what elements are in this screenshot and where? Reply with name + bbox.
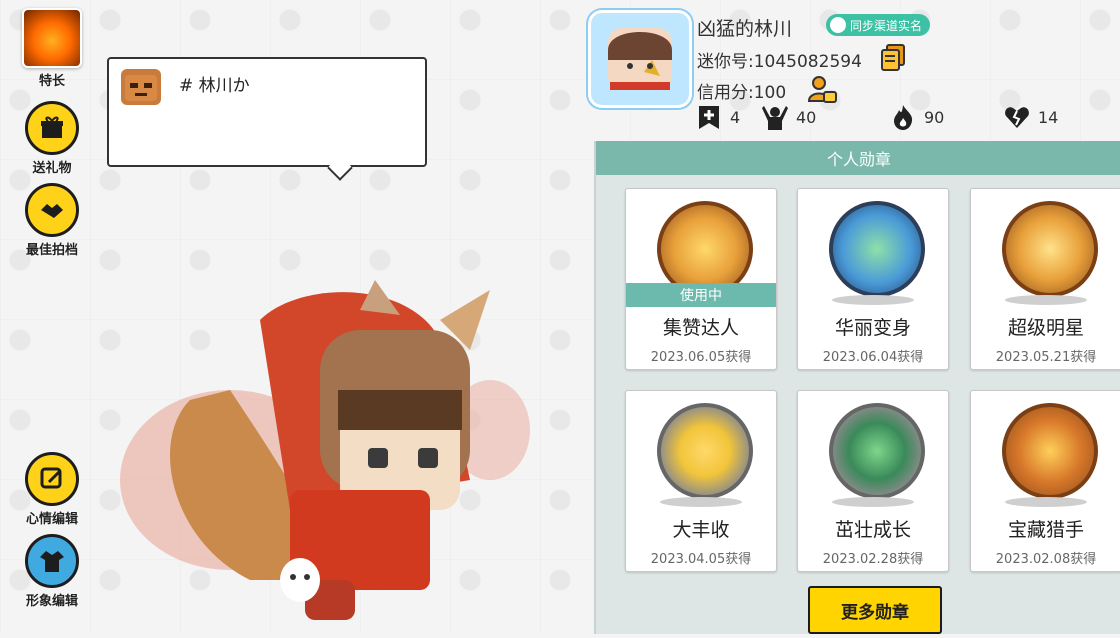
- talent-label: 特长: [38, 74, 65, 89]
- talent-button[interactable]: 特长: [20, 8, 84, 89]
- medal-date: 2023.05.21获得: [995, 350, 1097, 365]
- talent-icon: [22, 8, 82, 68]
- medal-card-4[interactable]: 大丰收 2023.04.05获得: [625, 390, 777, 572]
- profile-stats: 4 40 90 14: [696, 104, 1120, 134]
- profile-avatar[interactable]: [588, 10, 692, 108]
- stat-bookmark: 4: [696, 104, 740, 130]
- handshake-icon: [25, 183, 79, 237]
- bubble-text: # 林川か: [179, 76, 250, 96]
- medal-name: 华丽变身: [834, 317, 911, 339]
- medal-date: 2023.04.05获得: [650, 552, 752, 567]
- star-medal-icon: [1002, 201, 1098, 297]
- medal-shadow: [832, 295, 914, 305]
- medal-shadow: [832, 497, 914, 507]
- medal-date: 2023.02.28获得: [822, 552, 924, 567]
- medal-card-3[interactable]: 超级明星 2023.05.21获得: [970, 188, 1120, 370]
- fire-icon: [894, 105, 913, 130]
- sync-realname-badge[interactable]: 同步渠道实名: [826, 14, 931, 36]
- medal-name: 宝藏猎手: [1007, 519, 1084, 541]
- bubble-avatar-icon: [121, 69, 161, 105]
- heart-count: 14: [1038, 107, 1059, 127]
- medal-card-1[interactable]: 使用中 集赞达人 2023.06.05获得: [625, 188, 777, 370]
- mood-label: 心情编辑: [25, 512, 78, 527]
- sync-badge-label: 同步渠道实名: [850, 18, 923, 33]
- medal-date: 2023.06.05获得: [650, 350, 752, 365]
- medal-panel-title: 个人勋章: [596, 141, 1120, 175]
- user-check-icon: [830, 17, 846, 33]
- medal-shadow: [1005, 295, 1087, 305]
- gift-label: 送礼物: [32, 161, 72, 176]
- mood-edit-button[interactable]: 心情编辑: [20, 452, 84, 527]
- player-character[interactable]: [110, 280, 590, 634]
- treasure-medal-icon: [1002, 403, 1098, 499]
- gift-icon: [25, 101, 79, 155]
- heart-icon: [1005, 107, 1029, 128]
- image-label: 形象编辑: [25, 594, 78, 609]
- medal-name: 茁壮成长: [834, 519, 911, 541]
- medal-shadow: [660, 497, 742, 507]
- bookmark-plus-icon: [699, 106, 719, 129]
- credit-user-icon[interactable]: [807, 74, 837, 104]
- fire-count: 90: [924, 107, 945, 127]
- in-use-badge: 使用中: [626, 283, 776, 307]
- mini-id: 迷你号:1045082594: [697, 52, 862, 72]
- medal-card-5[interactable]: 茁壮成长 2023.02.28获得: [797, 390, 949, 572]
- harvest-medal-icon: [657, 403, 753, 499]
- edit-icon: [25, 452, 79, 506]
- copy-icon[interactable]: [880, 44, 906, 72]
- image-edit-button[interactable]: 形象编辑: [20, 534, 84, 609]
- mood-speech-bubble: # 林川か: [107, 57, 427, 167]
- medal-card-6[interactable]: 宝藏猎手 2023.02.08获得: [970, 390, 1120, 572]
- medal-name: 集赞达人: [662, 317, 739, 339]
- medal-name: 大丰收: [672, 519, 730, 541]
- cheering-person-icon: [762, 106, 788, 130]
- medal-date: 2023.06.04获得: [822, 350, 924, 365]
- more-medals-button[interactable]: 更多勋章: [808, 586, 942, 634]
- medal-name: 超级明星: [1007, 317, 1084, 339]
- send-gift-button[interactable]: 送礼物: [20, 101, 84, 176]
- stat-fans: 40: [762, 104, 816, 130]
- best-partner-button[interactable]: 最佳拍档: [20, 183, 84, 258]
- outfit-icon: [25, 534, 79, 588]
- credit-score: 信用分:100: [697, 83, 787, 103]
- medal-shadow: [1005, 497, 1087, 507]
- medal-card-2[interactable]: 华丽变身 2023.06.04获得: [797, 188, 949, 370]
- growth-medal-icon: [829, 403, 925, 499]
- stat-heart: 14: [1004, 104, 1058, 130]
- bookmark-count: 4: [730, 107, 741, 127]
- stat-fire: 90: [890, 104, 944, 130]
- medal-date: 2023.02.08获得: [995, 552, 1097, 567]
- nickname: 凶猛的林川: [697, 18, 793, 40]
- dino-medal-icon: [829, 201, 925, 297]
- fans-count: 40: [796, 107, 817, 127]
- partner-label: 最佳拍档: [25, 243, 78, 258]
